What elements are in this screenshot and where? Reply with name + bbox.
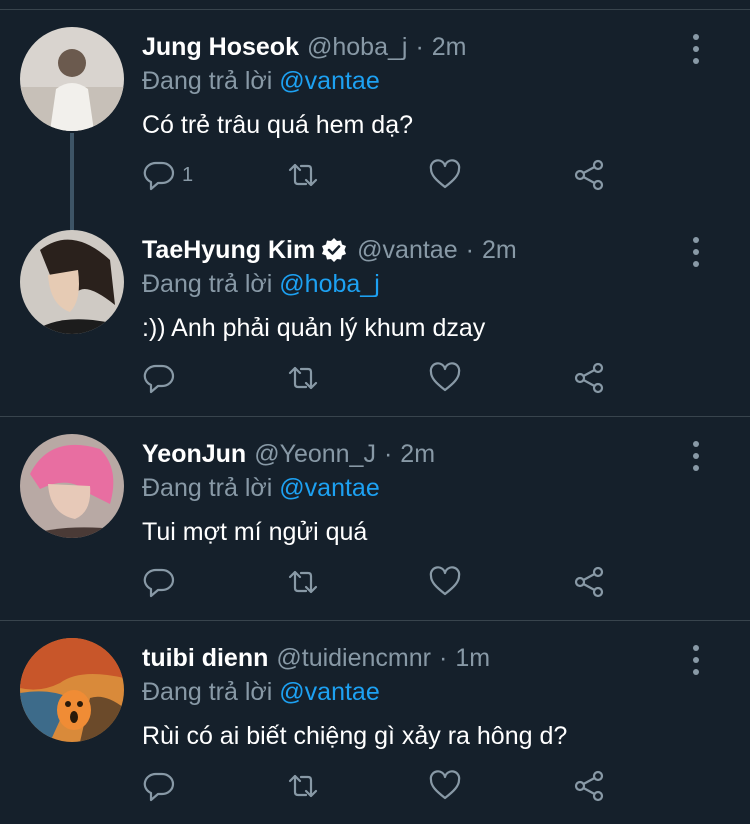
share-button[interactable] — [572, 158, 606, 192]
tweet-text: Có trẻ trâu quá hem dạ? — [142, 111, 413, 139]
replying-prefix: Đang trả lời — [142, 270, 273, 298]
tweet-3[interactable]: YeonJun @Yeonn_J · 2m Đang trả lời @vant… — [0, 417, 750, 621]
share-icon — [574, 159, 604, 191]
tweet-text: Rùi có ai biết chiệng gì xảy ra hông d? — [142, 722, 568, 750]
replying-prefix: Đang trả lời — [142, 67, 273, 95]
replying-to: Đang trả lời @vantae — [142, 67, 380, 96]
more-vertical-icon[interactable] — [684, 34, 708, 64]
like-button[interactable] — [428, 565, 462, 599]
heart-icon — [429, 362, 461, 392]
replying-to: Đang trả lời @vantae — [142, 678, 380, 707]
heart-icon — [429, 566, 461, 596]
retweet-button[interactable] — [286, 158, 320, 192]
share-button[interactable] — [572, 769, 606, 803]
replying-prefix: Đang trả lời — [142, 474, 273, 502]
replying-to: Đang trả lời @hoba_j — [142, 270, 380, 299]
author-name[interactable]: YeonJun — [142, 439, 246, 469]
retweet-icon — [288, 163, 318, 187]
replying-to: Đang trả lời @vantae — [142, 474, 380, 503]
separator-dot: · — [415, 33, 424, 61]
action-bar — [0, 565, 750, 605]
reply-icon — [143, 568, 175, 598]
retweet-button[interactable] — [286, 769, 320, 803]
mention-link[interactable]: @vantae — [279, 678, 379, 706]
avatar[interactable] — [20, 638, 124, 742]
avatar[interactable] — [20, 230, 124, 334]
like-button[interactable] — [428, 361, 462, 395]
author-name[interactable]: tuibi dienn — [142, 643, 268, 673]
action-bar — [0, 361, 750, 401]
share-button[interactable] — [572, 361, 606, 395]
verified-badge-icon — [322, 238, 347, 262]
reply-count: 1 — [182, 163, 194, 186]
like-button[interactable] — [428, 158, 462, 192]
author-handle[interactable]: @tuidiencmnr — [276, 643, 431, 673]
avatar[interactable] — [20, 27, 124, 131]
reply-button[interactable] — [142, 769, 176, 803]
mention-link[interactable]: @vantae — [279, 67, 379, 95]
reply-icon — [143, 161, 175, 191]
tweet-1[interactable]: Jung Hoseok @hoba_j · 2m Đang trả lời @v… — [0, 10, 750, 241]
retweet-icon — [288, 570, 318, 594]
retweet-button[interactable] — [286, 565, 320, 599]
author-name[interactable]: TaeHyung Kim — [142, 235, 315, 265]
tweet-4[interactable]: tuibi dienn @tuidiencmnr · 1m Đang trả l… — [0, 621, 750, 824]
share-button[interactable] — [572, 565, 606, 599]
top-divider — [0, 0, 750, 10]
reply-icon — [143, 364, 175, 394]
author-name[interactable]: Jung Hoseok — [142, 32, 299, 62]
mention-link[interactable]: @hoba_j — [279, 270, 379, 298]
share-icon — [574, 770, 604, 802]
author-handle[interactable]: @vantae — [357, 235, 457, 265]
avatar-image-taehyung — [20, 230, 124, 334]
more-vertical-icon[interactable] — [684, 441, 708, 471]
author-handle[interactable]: @hoba_j — [307, 32, 407, 62]
replying-prefix: Đang trả lời — [142, 678, 273, 706]
reply-button[interactable] — [142, 565, 176, 599]
avatar-image-hoseok — [20, 27, 124, 131]
separator-dot: · — [438, 644, 448, 672]
timestamp[interactable]: 2m — [482, 235, 517, 265]
avatar[interactable] — [20, 434, 124, 538]
timestamp[interactable]: 2m — [400, 439, 435, 469]
mention-link[interactable]: @vantae — [279, 474, 379, 502]
reply-button[interactable]: 1 — [142, 158, 193, 192]
separator-dot: · — [465, 236, 474, 264]
more-vertical-icon[interactable] — [684, 645, 708, 675]
retweet-icon — [288, 366, 318, 390]
share-icon — [574, 362, 604, 394]
author-handle[interactable]: @Yeonn_J — [254, 439, 376, 469]
reply-button[interactable] — [142, 361, 176, 395]
timestamp[interactable]: 2m — [432, 32, 467, 62]
tweet-2[interactable]: TaeHyung Kim @vantae · 2m Đang trả lời @… — [0, 213, 750, 417]
avatar-image-scream-cat — [20, 638, 124, 742]
action-bar: 1 — [0, 158, 750, 198]
share-icon — [574, 566, 604, 598]
more-vertical-icon[interactable] — [684, 237, 708, 267]
avatar-image-yeonjun — [20, 434, 124, 538]
action-bar — [0, 769, 750, 809]
like-button[interactable] — [428, 769, 462, 803]
timestamp[interactable]: 1m — [455, 643, 490, 673]
tweet-text: Tui mợt mí ngửi quá — [142, 518, 368, 546]
tweet-text: :)) Anh phải quản lý khum dzay — [142, 314, 486, 342]
retweet-button[interactable] — [286, 361, 320, 395]
reply-icon — [143, 772, 175, 802]
retweet-icon — [288, 774, 318, 798]
heart-icon — [429, 159, 461, 189]
heart-icon — [429, 770, 461, 800]
separator-dot: · — [383, 440, 393, 468]
